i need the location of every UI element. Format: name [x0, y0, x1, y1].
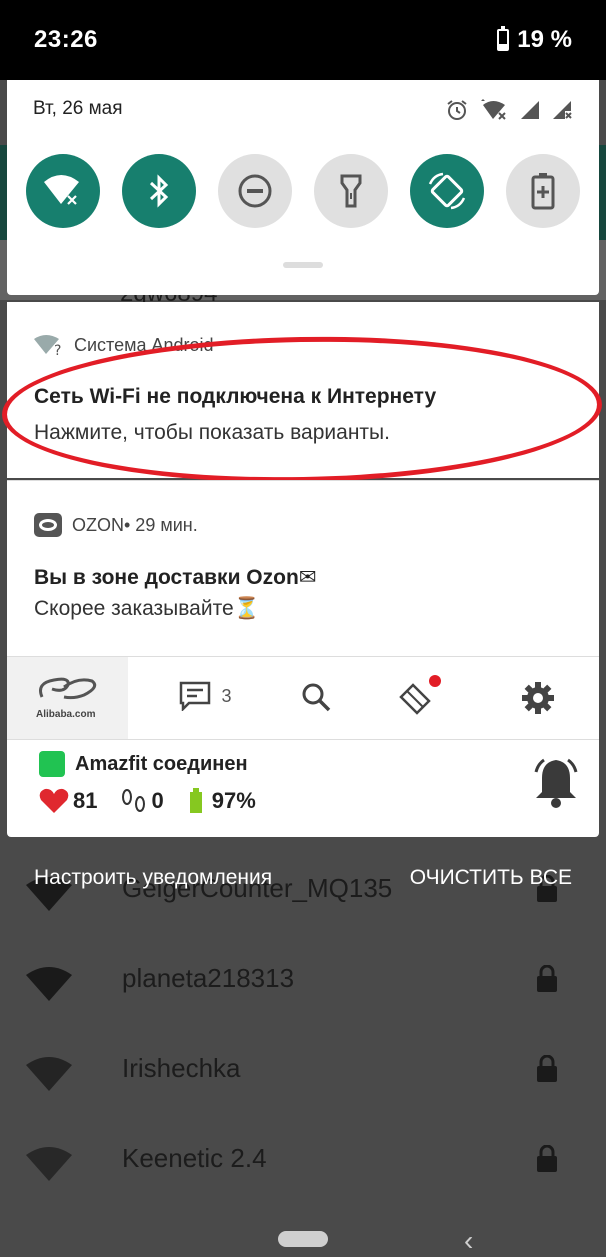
wifi-off-icon	[44, 175, 79, 206]
bluetooth-tile[interactable]	[122, 154, 196, 228]
notification-header: OZON • 29 мин.	[34, 513, 198, 537]
wifi-tile[interactable]	[26, 154, 100, 228]
battery-saver-icon	[531, 173, 555, 210]
band-battery: 97%	[211, 788, 256, 813]
network-name: Irishechka	[122, 1053, 241, 1083]
navigation-bar: ‹	[0, 1205, 606, 1256]
battery-icon	[497, 26, 510, 51]
clock: 23:26	[34, 26, 98, 53]
status-bar: 23:26 19 %	[0, 0, 606, 80]
notification-time: • 29 мин.	[124, 514, 198, 535]
bg-network-row: Irishechka	[0, 1035, 606, 1115]
flashlight-tile[interactable]	[314, 154, 388, 228]
notification-wifi[interactable]: ? Система Android Сеть Wi‑Fi не подключе…	[0, 302, 604, 488]
alibaba-logo-icon	[39, 677, 97, 700]
step-count: 0	[151, 788, 164, 813]
battery-indicator: 19 %	[497, 26, 572, 54]
notification-ozon[interactable]: OZON • 29 мин. Вы в зоне доставки Ozon✉ …	[7, 480, 599, 657]
notification-title: Вы в зоне доставки Ozon✉	[34, 566, 317, 589]
amazfit-stats: 81 0 97%	[39, 788, 256, 814]
do-not-disturb-icon	[238, 174, 272, 208]
lock-icon	[537, 965, 557, 992]
notification-title: Amazfit соединен	[75, 753, 248, 775]
back-chevron-icon[interactable]: ‹	[464, 1225, 473, 1257]
battery-saver-tile[interactable]	[506, 154, 580, 228]
bell-icon[interactable]	[530, 756, 582, 810]
notification-amazfit[interactable]: Amazfit соединен 81 0 97%	[7, 739, 599, 837]
dnd-tile[interactable]	[218, 154, 292, 228]
lock-icon	[537, 1055, 557, 1082]
orders-button[interactable]	[397, 675, 443, 720]
settings-button[interactable]	[521, 681, 555, 720]
wifi-question-icon: ?	[34, 335, 61, 356]
flashlight-icon	[340, 174, 362, 208]
shade-footer: Настроить уведомления ОЧИСТИТЬ ВСЕ	[0, 866, 606, 896]
status-icons	[445, 98, 573, 122]
bluetooth-icon	[149, 174, 169, 208]
alibaba-button[interactable]: Alibaba.com	[7, 657, 128, 739]
battery-green-icon	[189, 788, 202, 813]
wifi-icon	[26, 1147, 72, 1181]
search-icon	[302, 683, 331, 712]
drag-handle[interactable]	[283, 262, 323, 268]
home-pill[interactable]	[278, 1231, 328, 1247]
clear-all-button[interactable]: ОЧИСТИТЬ ВСЕ	[410, 866, 572, 890]
alibaba-label: Alibaba.com	[36, 709, 96, 720]
quick-settings-panel: Вт, 26 мая	[7, 80, 599, 295]
shortcut-toolbar: Alibaba.com 3	[7, 656, 599, 739]
search-button[interactable]	[300, 681, 332, 718]
heart-icon	[39, 788, 69, 813]
svg-text:?: ?	[54, 343, 61, 356]
network-name: planeta218313	[122, 963, 295, 993]
lock-icon	[537, 1145, 557, 1172]
bg-network-row: Keenetic 2.4	[0, 1125, 606, 1205]
signal-x-icon	[553, 101, 572, 119]
ozon-logo-icon	[34, 513, 62, 537]
wifi-icon	[26, 1057, 72, 1091]
manage-notifications-button[interactable]: Настроить уведомления	[34, 866, 272, 890]
messages-button[interactable]: 3	[179, 681, 232, 713]
notification-text: Скорее заказывайте⏳	[34, 597, 260, 620]
package-icon	[399, 675, 441, 715]
autorotate-tile[interactable]	[410, 154, 484, 228]
network-name: Keenetic 2.4	[122, 1143, 267, 1173]
heart-rate: 81	[73, 788, 98, 813]
signal-icon	[521, 101, 539, 119]
footprints-icon	[122, 789, 146, 812]
app-name: OZON	[72, 514, 124, 535]
message-icon	[179, 681, 211, 713]
alarm-icon	[447, 100, 467, 120]
wifi-x-icon	[481, 99, 506, 120]
wifi-icon	[26, 967, 72, 1001]
autorotate-icon	[428, 172, 466, 210]
date-label: Вт, 26 мая	[33, 98, 123, 119]
messages-count: 3	[221, 685, 232, 706]
amazfit-app-icon	[39, 751, 65, 777]
battery-percent: 19 %	[517, 26, 572, 53]
gear-icon	[522, 682, 554, 714]
bg-network-row: planeta218313	[0, 945, 606, 1025]
